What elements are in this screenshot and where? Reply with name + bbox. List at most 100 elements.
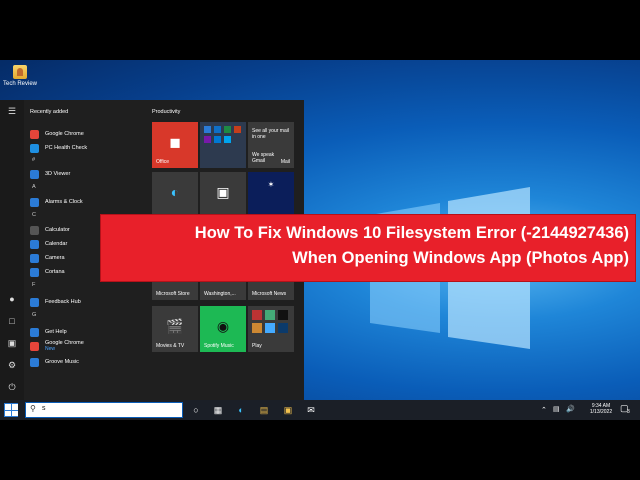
- app-list-item-label: Feedback Hub: [45, 299, 81, 305]
- chrome-icon: [30, 129, 39, 139]
- folder-icon: [13, 65, 27, 79]
- start-rail: ☰ ● □ ▣ ⚙ ⏻: [0, 100, 24, 402]
- app-list-item-label: Calculator: [45, 227, 70, 233]
- pictures-icon[interactable]: ▣: [4, 336, 20, 350]
- app-list-item-text: Alarms & Clock: [45, 199, 83, 205]
- app-list-item-text: Cortana: [45, 269, 65, 275]
- tile-photos[interactable]: ▣: [200, 172, 246, 218]
- office-icon: ◼: [169, 134, 181, 150]
- desktop-icon-label: Tech Review: [2, 81, 37, 87]
- tiles-group-header: Productivity: [152, 109, 181, 115]
- app-list-item-label: PC Health Check: [45, 145, 88, 151]
- app-list-item-text: Feedback Hub: [45, 299, 81, 305]
- app-list-item-text: Google Chrome New: [45, 340, 84, 352]
- mail-taskbar-icon[interactable]: ✉: [305, 404, 317, 416]
- network-icon[interactable]: ▤: [553, 405, 560, 413]
- app-list-item[interactable]: Google Chrome New: [26, 339, 84, 353]
- tile-disney[interactable]: ✶: [248, 172, 294, 218]
- app-list-item[interactable]: Alarms & Clock: [26, 195, 83, 209]
- app-list-item-text: Groove Music: [45, 359, 79, 365]
- tile-mail[interactable]: See all your mail in one We speak Gmail …: [248, 122, 294, 168]
- edge-taskbar-icon[interactable]: ◐: [235, 404, 247, 416]
- music-icon: [30, 357, 39, 367]
- chevron-up-icon[interactable]: ⌃: [541, 406, 547, 414]
- taskbar-search-box[interactable]: ⚲ s: [25, 402, 183, 418]
- app-list-item-label: Get Help: [45, 329, 67, 335]
- search-icon: ⚲: [30, 404, 36, 413]
- feedback-icon: [30, 297, 39, 307]
- help-icon: [30, 327, 39, 337]
- heart-icon: [30, 143, 39, 153]
- app-list-item[interactable]: Camera: [26, 251, 65, 265]
- desktop-icon-tech-review[interactable]: Tech Review: [2, 65, 38, 87]
- clapperboard-icon: 🎬: [166, 318, 184, 334]
- app-list-item-text: Google Chrome: [45, 131, 84, 137]
- task-view-icon[interactable]: ▦: [212, 404, 224, 416]
- app-list-item-label: Calendar: [45, 241, 68, 247]
- app-list-item[interactable]: Feedback Hub: [26, 295, 81, 309]
- action-center-button[interactable]: ▢ 3: [620, 403, 632, 416]
- app-list-letter-header[interactable]: A: [32, 184, 36, 190]
- chrome-icon: [30, 341, 39, 351]
- clock-icon: [30, 197, 39, 207]
- app-list-item-badge: New: [45, 346, 56, 352]
- documents-icon[interactable]: □: [4, 314, 20, 328]
- app-list-item[interactable]: Get Help: [26, 325, 67, 339]
- settings-gear-icon[interactable]: ⚙: [4, 358, 20, 372]
- calendar-icon: [30, 239, 39, 249]
- app-list-item-label: Camera: [45, 255, 65, 261]
- start-button[interactable]: [4, 403, 18, 417]
- app-list-letter-header[interactable]: G: [32, 312, 36, 318]
- tile-office-apps-group[interactable]: [200, 122, 246, 168]
- tile-microsoft-store[interactable]: Microsoft Store: [152, 282, 198, 300]
- app-list-item-text: Calculator: [45, 227, 70, 233]
- app-list-item[interactable]: Calendar: [26, 237, 67, 251]
- app-list-item-label: Cortana: [45, 269, 65, 275]
- tile-office[interactable]: ◼ Office: [152, 122, 198, 168]
- desktop: Tech Review ☰ ● □ ▣ ⚙ ⏻ Recently added G…: [0, 60, 640, 420]
- app-list-letter-header[interactable]: C: [32, 212, 36, 218]
- play-apps-grid: [252, 310, 290, 333]
- app-list-item[interactable]: Cortana: [26, 265, 65, 279]
- title-banner: How To Fix Windows 10 Filesystem Error (…: [100, 214, 636, 282]
- taskbar: ⚲ s ○ ▦ ◐ ▤ ▣ ✉ ⌃ ▤ 🔊 9:34 AM 1/13/2022 …: [0, 400, 640, 420]
- tile-microsoft-news[interactable]: Microsoft News: [248, 282, 294, 300]
- volume-icon[interactable]: 🔊: [566, 405, 575, 413]
- app-list-item-label: Groove Music: [45, 359, 79, 365]
- tile-spotify[interactable]: ◉ Spotify Music: [200, 306, 246, 352]
- banner-line-1: How To Fix Windows 10 Filesystem Error (…: [194, 224, 629, 242]
- photos-icon: ▣: [216, 184, 230, 200]
- calculator-icon: [30, 225, 39, 235]
- hamburger-icon[interactable]: ☰: [4, 104, 20, 118]
- store-icon[interactable]: ▣: [282, 404, 294, 416]
- tile-play[interactable]: Play: [248, 306, 294, 352]
- app-list-letter-header[interactable]: F: [32, 282, 35, 288]
- office-apps-grid: [204, 126, 242, 143]
- app-list-item-text: Camera: [45, 255, 65, 261]
- app-list-item[interactable]: PC Health Check: [26, 141, 87, 155]
- cortana-icon: [30, 267, 39, 277]
- tile-weather[interactable]: Washington,...: [200, 282, 246, 300]
- tile-edge[interactable]: ◐: [152, 172, 198, 218]
- app-list-letter-header[interactable]: #: [32, 157, 35, 163]
- app-list-item-text: PC Health Check: [45, 145, 87, 151]
- app-list-item[interactable]: Groove Music: [26, 355, 79, 369]
- disney-icon: ✶: [267, 180, 275, 189]
- app-list-item[interactable]: Calculator: [26, 223, 70, 237]
- recently-added-header: Recently added: [30, 109, 69, 115]
- clock[interactable]: 9:34 AM 1/13/2022: [588, 403, 614, 415]
- app-list-item[interactable]: 3D Viewer: [26, 167, 70, 181]
- app-list-item-label: Google Chrome: [45, 131, 84, 137]
- power-icon[interactable]: ⏻: [4, 380, 20, 394]
- tile-movies-tv[interactable]: 🎬 Movies & TV: [152, 306, 198, 352]
- file-explorer-icon[interactable]: ▤: [258, 404, 270, 416]
- user-icon[interactable]: ●: [4, 292, 20, 306]
- app-list-item-label: 3D Viewer: [45, 171, 71, 177]
- app-list-item-label: Alarms & Clock: [45, 199, 83, 205]
- edge-icon: ◐: [170, 184, 180, 200]
- clock-date: 1/13/2022: [589, 409, 613, 415]
- app-list-item[interactable]: Google Chrome: [26, 127, 84, 141]
- banner-line-2: When Opening Windows App (Photos App): [292, 249, 629, 267]
- search-input-value: s: [42, 405, 46, 412]
- cortana-circle-icon[interactable]: ○: [190, 404, 202, 416]
